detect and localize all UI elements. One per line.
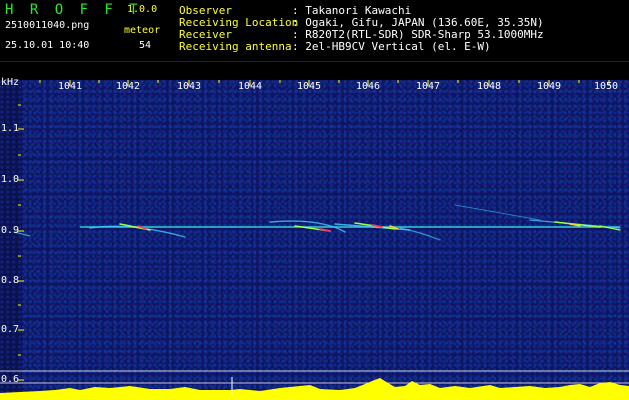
app-version: 1.0.0: [127, 4, 158, 15]
y-tick-0-8: 0.8: [1, 275, 20, 286]
location-value: : Ogaki, Gifu, JAPAN (136.60E, 35.35N): [292, 16, 544, 29]
signal-level-strip: [0, 377, 629, 400]
meteor-label: meteor: [124, 25, 161, 36]
y-axis-unit: kHz: [1, 77, 20, 88]
y-tick-1-1: 1.1: [1, 123, 20, 134]
app-title: H R O F F T: [5, 2, 142, 18]
x-tick-1050: 1050: [593, 81, 619, 92]
meteor-echoes: [89, 204, 621, 241]
x-tick-1043: 1043: [176, 81, 202, 92]
y-tick-1-0: 1.0: [1, 174, 20, 185]
receiver-value: : R820T2(RTL-SDR) SDR-Sharp 53.1000MHz: [292, 28, 544, 41]
x-tick-1041: 1041: [57, 81, 83, 92]
x-tick-1042: 1042: [115, 81, 141, 92]
hrofft-window: H R O F F T 1.0.0 2510011040.png 25.10.0…: [0, 0, 629, 400]
antenna-value: : 2el-HB9CV Vertical (el. E-W): [292, 40, 491, 53]
y-tick-marks: [18, 104, 24, 381]
x-tick-1047: 1047: [415, 81, 441, 92]
y-tick-0-7: 0.7: [1, 324, 20, 335]
x-tick-1046: 1046: [355, 81, 381, 92]
antenna-key: Receiving antenna: [179, 40, 292, 53]
x-tick-1049: 1049: [536, 81, 562, 92]
observer-key: Observer: [179, 4, 232, 17]
x-tick-1045: 1045: [296, 81, 322, 92]
x-tick-1044: 1044: [237, 81, 263, 92]
location-key: Receiving Location: [179, 16, 299, 29]
level-guides: [0, 370, 629, 384]
y-tick-0-6: 0.6: [1, 374, 20, 385]
x-tick-1048: 1048: [476, 81, 502, 92]
spectrogram-overlay: [0, 80, 629, 400]
receiver-key: Receiver: [179, 28, 232, 41]
y-tick-0-9: 0.9: [1, 225, 20, 236]
meteor-count: 54: [139, 40, 152, 51]
observer-value: : Takanori Kawachi: [292, 4, 412, 17]
file-name: 2510011040.png: [5, 20, 90, 31]
capture-datetime: 25.10.01 10:40: [5, 40, 90, 51]
